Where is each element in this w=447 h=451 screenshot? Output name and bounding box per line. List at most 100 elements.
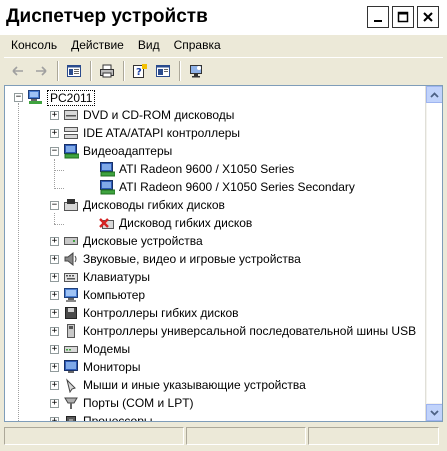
close-button[interactable] <box>417 6 439 28</box>
device-tree[interactable]: − PC2011 + DVD и CD-ROM дисководы + IDE ATA/A… <box>5 86 425 421</box>
vertical-scrollbar[interactable] <box>425 86 442 421</box>
menu-console[interactable]: Консоль <box>4 38 64 52</box>
monitor-icon <box>63 359 79 375</box>
tree-expander[interactable]: + <box>50 381 59 390</box>
disabled-floppy-icon <box>99 215 115 231</box>
status-cell <box>308 427 439 445</box>
tree-root-label[interactable]: PC2011 <box>47 90 96 106</box>
display-adapter-icon <box>99 179 116 195</box>
tree-expander[interactable]: + <box>50 237 59 246</box>
display-adapter-icon <box>63 143 80 159</box>
toolbar: ? <box>4 57 443 83</box>
back-arrow-icon <box>12 65 23 76</box>
menu-bar: Консоль Действие Вид Справка <box>4 35 443 55</box>
scroll-down-button[interactable] <box>426 404 442 421</box>
tree-line <box>54 188 64 189</box>
tree-expander[interactable]: + <box>50 327 59 336</box>
tree-node-label[interactable]: Видеоадаптеры <box>83 144 172 158</box>
tree-node-label[interactable]: Мониторы <box>83 360 140 374</box>
tree-expander[interactable]: + <box>50 345 59 354</box>
print-icon <box>100 64 114 77</box>
tree-node-label[interactable]: Клавиатуры <box>83 270 150 284</box>
forward-arrow-icon <box>36 65 47 76</box>
status-cell <box>4 427 184 445</box>
help-properties-button[interactable]: ? <box>129 60 151 82</box>
scroll-up-button[interactable] <box>426 86 442 103</box>
tree-node-label[interactable]: DVD и CD-ROM дисководы <box>83 108 234 122</box>
scan-hardware-button[interactable] <box>185 60 207 82</box>
tree-line <box>54 159 55 187</box>
tree-expander[interactable]: − <box>14 93 23 102</box>
tree-node-label[interactable]: Дисковые устройства <box>83 234 203 248</box>
port-icon <box>63 395 79 411</box>
minimize-icon <box>374 20 382 22</box>
tree-node-label[interactable]: Мыши и иные указывающие устройства <box>83 378 306 392</box>
back-button[interactable] <box>7 60 29 82</box>
help-properties-icon: ? <box>133 63 147 78</box>
tree-node-label[interactable]: Дисководы гибких дисков <box>83 198 225 212</box>
device-manager-window: Диспетчер устройств Консоль Действие Вид… <box>0 0 447 451</box>
tree-line <box>18 103 19 421</box>
tree-node-label[interactable]: Дисковод гибких дисков <box>119 216 252 230</box>
modem-icon <box>63 341 79 357</box>
tree-node-label[interactable]: ATI Radeon 9600 / X1050 Series Secondary <box>119 180 355 194</box>
console-tree-button[interactable] <box>63 60 85 82</box>
properties-icon <box>156 64 170 77</box>
display-adapter-icon <box>99 161 116 177</box>
tree-expander[interactable]: + <box>50 363 59 372</box>
computer-icon <box>63 287 79 303</box>
floppy-drive-icon <box>63 197 79 213</box>
close-icon <box>423 12 433 22</box>
disk-drive-icon <box>63 233 79 249</box>
floppy-controller-icon <box>63 305 79 321</box>
ide-controller-icon <box>63 125 79 141</box>
toolbar-separator <box>123 60 125 81</box>
menu-action[interactable]: Действие <box>64 38 131 52</box>
tree-node-label[interactable]: Модемы <box>83 342 130 356</box>
tree-node-label[interactable]: Контроллеры универсальной последовательн… <box>83 324 416 338</box>
cdrom-icon <box>63 107 79 123</box>
tree-node-label[interactable]: ATI Radeon 9600 / X1050 Series <box>119 162 294 176</box>
tree-expander[interactable]: − <box>50 147 59 156</box>
maximize-icon <box>397 11 409 23</box>
title-bar[interactable]: Диспетчер устройств <box>0 0 447 35</box>
menu-help[interactable]: Справка <box>167 38 228 52</box>
mouse-icon <box>63 377 79 394</box>
tree-expander[interactable]: + <box>50 309 59 318</box>
device-tree-panel: − PC2011 + DVD и CD-ROM дисководы + IDE ATA/A… <box>4 85 443 422</box>
tree-line <box>54 213 55 224</box>
tree-expander[interactable]: + <box>50 273 59 282</box>
window-title: Диспетчер устройств <box>6 6 208 27</box>
toolbar-separator <box>57 60 59 81</box>
processor-icon <box>63 413 79 421</box>
tree-expander[interactable]: + <box>50 111 59 120</box>
tree-expander[interactable]: − <box>50 201 59 210</box>
tree-node-label[interactable]: Контроллеры гибких дисков <box>83 306 239 320</box>
tree-node-label[interactable]: IDE ATA/ATAPI контроллеры <box>83 126 240 140</box>
tree-expander[interactable]: + <box>50 417 59 421</box>
tree-node-label[interactable]: Компьютер <box>83 288 145 302</box>
tree-node-label[interactable]: Звуковые, видео и игровые устройства <box>83 252 301 266</box>
tree-expander[interactable]: + <box>50 129 59 138</box>
scan-hardware-icon <box>190 64 202 77</box>
toolbar-separator <box>179 60 181 81</box>
tree-node-label[interactable]: Процессоры <box>83 414 153 421</box>
tree-node-label[interactable]: Порты (COM и LPT) <box>83 396 194 410</box>
toolbar-separator <box>90 60 92 81</box>
menu-view[interactable]: Вид <box>131 38 167 52</box>
tree-expander[interactable]: + <box>50 255 59 264</box>
status-bar <box>4 425 443 447</box>
tree-line <box>54 224 64 225</box>
tree-expander[interactable]: + <box>50 291 59 300</box>
svg-text:?: ? <box>136 67 142 78</box>
maximize-button[interactable] <box>392 6 414 28</box>
scrollbar-track[interactable] <box>427 103 442 403</box>
status-cell <box>186 427 306 445</box>
print-button[interactable] <box>96 60 118 82</box>
properties-button[interactable] <box>152 60 174 82</box>
tree-line <box>54 170 64 171</box>
minimize-button[interactable] <box>367 6 389 28</box>
sound-icon <box>63 251 79 267</box>
tree-expander[interactable]: + <box>50 399 59 408</box>
forward-button[interactable] <box>30 60 52 82</box>
